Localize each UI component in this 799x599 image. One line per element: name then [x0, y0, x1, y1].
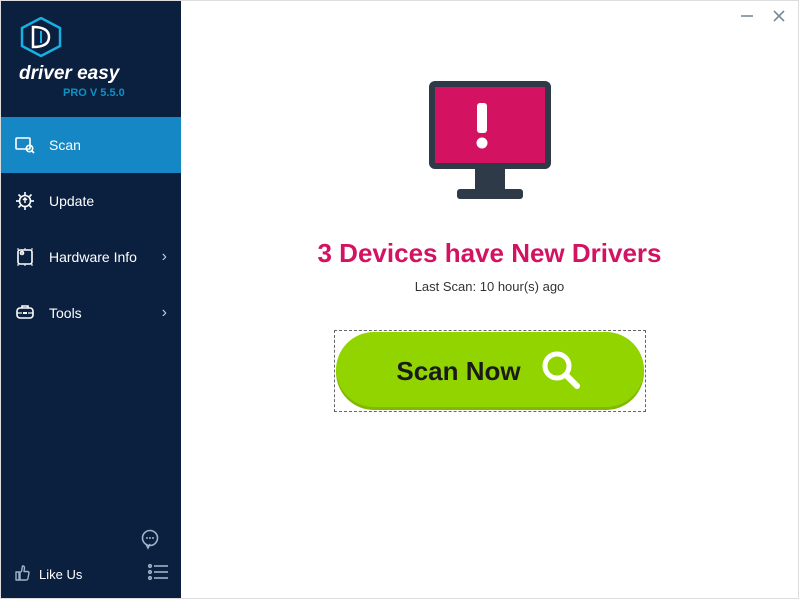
sidebar-item-label: Hardware Info [49, 249, 137, 265]
window-controls [738, 7, 788, 25]
sidebar-bottom: Like Us [1, 518, 181, 598]
sidebar-item-scan[interactable]: Scan [1, 117, 181, 173]
sidebar-item-hardware-info[interactable]: i Hardware Info › [1, 229, 181, 285]
logo-area: driver easy PRO V 5.5.0 [1, 1, 181, 111]
sidebar-item-label: Scan [49, 137, 81, 153]
version-label: PRO V 5.5.0 [63, 87, 169, 99]
last-scan-text: Last Scan: 10 hour(s) ago [415, 279, 565, 294]
chevron-right-icon: › [162, 248, 167, 266]
gear-icon [15, 191, 35, 211]
close-button[interactable] [770, 7, 788, 25]
sidebar-item-label: Tools [49, 305, 82, 321]
scan-button-focus-outline: Scan Now [334, 330, 646, 412]
main-content: 3 Devices have New Drivers Last Scan: 10… [181, 1, 798, 598]
scan-now-button[interactable]: Scan Now [336, 332, 644, 410]
menu-icon[interactable] [147, 563, 169, 586]
feedback-icon[interactable] [139, 528, 161, 555]
svg-text:i: i [22, 251, 23, 255]
sidebar-item-tools[interactable]: Tools › [1, 285, 181, 341]
monitor-alert-icon [415, 73, 565, 218]
magnify-icon [539, 348, 583, 395]
thumbs-up-icon [13, 564, 31, 585]
chevron-right-icon: › [162, 304, 167, 322]
brand-name: driver easy [19, 63, 169, 85]
sidebar: driver easy PRO V 5.5.0 Scan Update i [1, 1, 181, 598]
sidebar-nav: Scan Update i Hardware Info › Tools [1, 117, 181, 341]
logo-icon [19, 17, 63, 57]
tools-icon [15, 303, 35, 323]
scan-icon [15, 135, 35, 155]
sidebar-item-update[interactable]: Update [1, 173, 181, 229]
like-us-label: Like Us [39, 567, 82, 582]
scan-now-label: Scan Now [396, 356, 520, 387]
minimize-button[interactable] [738, 7, 756, 25]
hardware-info-icon: i [15, 247, 35, 267]
headline-text: 3 Devices have New Drivers [318, 238, 662, 269]
like-us-button[interactable]: Like Us [13, 564, 82, 585]
sidebar-item-label: Update [49, 193, 94, 209]
